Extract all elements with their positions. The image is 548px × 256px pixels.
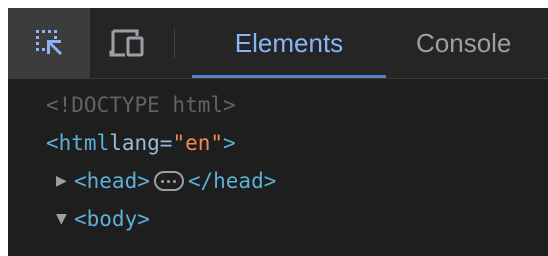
active-tab-indicator [192, 75, 386, 78]
device-toolbar-icon [109, 29, 144, 57]
toolbar-divider [174, 28, 175, 58]
tab-console-label: Console [416, 27, 512, 58]
html-attr-value: "en" [172, 131, 224, 155]
tab-console[interactable]: Console [416, 8, 511, 78]
dom-node-head[interactable]: ▶ <head> </head> [56, 163, 276, 199]
body-open-tag: <body> [74, 207, 150, 231]
head-open-tag: <head> [74, 169, 150, 193]
tab-elements[interactable]: Elements [192, 8, 386, 78]
dom-node-doctype[interactable]: <!DOCTYPE html> [46, 87, 236, 123]
inspect-element-button[interactable] [8, 8, 90, 78]
head-close-tag: </head> [187, 169, 277, 193]
select-element-icon [36, 30, 62, 55]
html-attr-name: lang= [109, 131, 173, 155]
dom-node-body[interactable]: ▼ <body> [56, 201, 150, 237]
doctype-text: <!DOCTYPE html> [46, 93, 236, 117]
dom-node-html[interactable]: <html lang= "en" > [46, 125, 236, 161]
device-toolbar-button[interactable] [92, 8, 164, 78]
html-open-tag: <html [46, 131, 110, 155]
expand-arrow-icon[interactable]: ▶ [56, 163, 74, 199]
devtools-panel: Elements Console <!DOCTYPE html> <html l… [8, 8, 548, 256]
dom-tree: <!DOCTYPE html> <html lang= "en" > ▶ <head… [8, 79, 548, 256]
devtools-toolbar: Elements Console [8, 8, 548, 79]
collapse-arrow-icon[interactable]: ▼ [56, 201, 74, 237]
collapsed-content-icon[interactable] [153, 171, 184, 191]
tab-elements-label: Elements [234, 27, 344, 58]
html-close-bracket: > [223, 131, 236, 155]
